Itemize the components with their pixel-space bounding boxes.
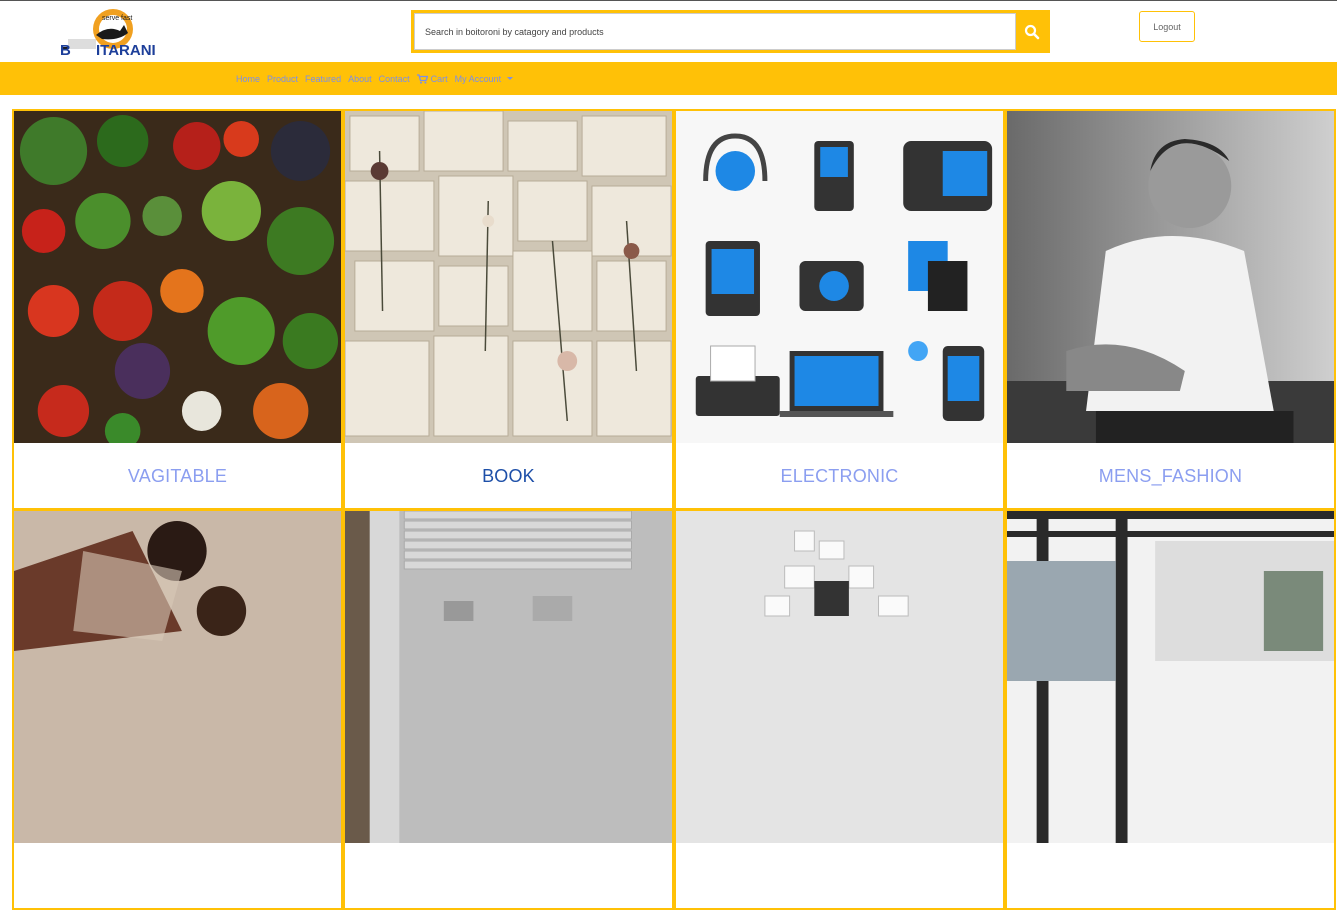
- cart-icon: [416, 73, 428, 84]
- nav-contact[interactable]: Contact: [379, 74, 410, 84]
- category-title: MENS_FASHION: [1098, 465, 1243, 486]
- logout-button[interactable]: Logout: [1139, 11, 1195, 42]
- mens-fashion-photo: [1007, 111, 1334, 443]
- main-nav: Home Product Featured About Contact Cart…: [0, 62, 1337, 95]
- category-title: [1007, 843, 1334, 908]
- nav-account-label: My Account: [454, 73, 502, 84]
- site-header: serve fast B ITARANI Logout: [0, 1, 1337, 62]
- chevron-down-icon: [507, 77, 514, 80]
- house-photo: [1007, 511, 1334, 843]
- nav-product[interactable]: Product: [267, 74, 298, 84]
- category-title: ELECTRONIC: [780, 465, 899, 486]
- nav-featured[interactable]: Featured: [305, 74, 341, 84]
- site-logo[interactable]: serve fast B ITARANI: [58, 5, 180, 59]
- logo-tagline: serve fast: [102, 15, 132, 22]
- womens-fashion-photo: [14, 511, 341, 843]
- nav-cart[interactable]: Cart: [416, 73, 448, 84]
- category-title: BOOK: [482, 465, 535, 486]
- logo-icon: serve fast B ITARANI: [60, 9, 156, 59]
- books-photo: [345, 111, 672, 443]
- category-card-womens-fashion[interactable]: [12, 509, 343, 910]
- category-card-house[interactable]: [1005, 509, 1336, 910]
- category-card-kitchen[interactable]: [343, 509, 674, 910]
- category-card-electronic[interactable]: ELECTRONIC: [674, 109, 1005, 510]
- kitchen-photo: [345, 511, 672, 843]
- category-card-book[interactable]: BOOK: [343, 109, 674, 510]
- category-card-abstract[interactable]: [674, 509, 1005, 910]
- category-title: [345, 843, 672, 908]
- category-card-vegetable[interactable]: VAGITABLE: [12, 109, 343, 510]
- category-title: [14, 843, 341, 908]
- search-button[interactable]: [1016, 13, 1047, 50]
- nav-about[interactable]: About: [348, 74, 372, 84]
- category-title: [676, 843, 1003, 908]
- nav-cart-label: Cart: [430, 73, 448, 84]
- logo-name: ITARANI: [96, 42, 156, 57]
- abstract-photo: [676, 511, 1003, 843]
- nav-my-account[interactable]: My Account: [455, 74, 514, 84]
- logo-letter-b: B: [60, 42, 71, 57]
- search-icon: [1024, 24, 1039, 39]
- category-card-mens-fashion[interactable]: MENS_FASHION: [1005, 109, 1336, 510]
- category-grid: VAGITABLE BOOK ELECTRONIC MENS_FASHION: [12, 109, 1337, 910]
- nav-home[interactable]: Home: [236, 74, 260, 84]
- category-title: VAGITABLE: [127, 465, 228, 486]
- vegetables-photo: [14, 111, 341, 443]
- search-input[interactable]: [414, 13, 1016, 50]
- electronics-photo: [676, 111, 1003, 443]
- search-form: [411, 10, 1050, 53]
